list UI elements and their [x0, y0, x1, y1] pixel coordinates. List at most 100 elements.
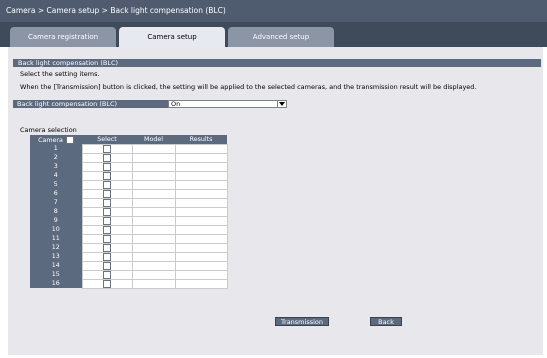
table-row: 14: [30, 260, 228, 271]
camera-number: 14: [30, 261, 82, 270]
chevron-down-icon[interactable]: [277, 101, 286, 107]
blc-label: Back light compensation (BLC): [13, 100, 168, 108]
camera-select-checkbox[interactable]: [103, 144, 111, 153]
table-row: 10: [30, 224, 228, 235]
window: Camera > Camera setup > Back light compe…: [0, 0, 547, 358]
camera-select-cell: [81, 179, 133, 190]
camera-model-cell: [131, 188, 176, 199]
camera-result-cell: [174, 260, 228, 271]
camera-select-cell: [81, 233, 133, 244]
camera-result-cell: [174, 170, 228, 181]
camera-select-checkbox[interactable]: [103, 252, 111, 261]
table-row: 5: [30, 179, 228, 190]
camera-select-cell: [81, 152, 133, 163]
camera-select-cell: [81, 188, 133, 199]
camera-number: 15: [30, 270, 82, 279]
table-row: 12: [30, 242, 228, 253]
camera-model-cell: [131, 260, 176, 271]
section-title: Back light compensation (BLC): [13, 59, 541, 67]
camera-number: 2: [30, 153, 82, 162]
camera-select-checkbox[interactable]: [103, 279, 111, 288]
table-header-row: Camera Select Model Results: [30, 135, 227, 144]
breadcrumb: Camera > Camera setup > Back light compe…: [0, 0, 547, 22]
tab-camera-setup[interactable]: Camera setup: [119, 27, 225, 47]
camera-result-cell: [174, 152, 228, 163]
camera-result-cell: [174, 161, 228, 172]
camera-model-cell: [131, 197, 176, 208]
camera-result-cell: [174, 224, 228, 235]
select-all-checkbox[interactable]: [65, 135, 74, 144]
camera-select-checkbox[interactable]: [103, 270, 111, 279]
camera-select-checkbox[interactable]: [103, 234, 111, 243]
camera-model-cell: [131, 215, 176, 226]
camera-select-checkbox[interactable]: [103, 261, 111, 270]
table-row: 3: [30, 161, 228, 172]
tab-advanced-setup[interactable]: Advanced setup: [228, 27, 334, 47]
instruction-transmission: When the [Transmission] button is clicke…: [20, 83, 477, 91]
camera-model-cell: [131, 251, 176, 262]
camera-result-cell: [174, 233, 228, 244]
camera-model-cell: [131, 242, 176, 253]
camera-model-cell: [131, 278, 176, 289]
header-model: Model: [132, 135, 175, 144]
camera-result-cell: [174, 278, 228, 289]
back-button[interactable]: Back: [370, 317, 402, 326]
camera-select-cell: [81, 206, 133, 217]
camera-selection-label: Camera selection: [20, 126, 77, 134]
camera-select-checkbox[interactable]: [103, 207, 111, 216]
camera-model-cell: [131, 143, 176, 154]
camera-number: 4: [30, 171, 82, 180]
camera-select-cell: [81, 143, 133, 154]
camera-model-cell: [131, 152, 176, 163]
camera-model-cell: [131, 179, 176, 190]
camera-number: 11: [30, 234, 82, 243]
table-row: 1: [30, 143, 228, 154]
table-row: 13: [30, 251, 228, 262]
table-row: 16: [30, 278, 228, 289]
camera-select-cell: [81, 251, 133, 262]
camera-model-cell: [131, 206, 176, 217]
camera-select-checkbox[interactable]: [103, 216, 111, 225]
camera-result-cell: [174, 197, 228, 208]
table-row: 9: [30, 215, 228, 226]
camera-select-cell: [81, 197, 133, 208]
table-row: 11: [30, 233, 228, 244]
camera-select-checkbox[interactable]: [103, 189, 111, 198]
camera-number: 8: [30, 207, 82, 216]
camera-selection-table: Camera Select Model Results 1 2 3 4 5 6 7 8 9 10 1…: [30, 135, 228, 289]
table-row: 6: [30, 188, 228, 199]
blc-select-value: On: [171, 100, 181, 108]
blc-select[interactable]: On: [168, 100, 287, 108]
table-row: 2: [30, 152, 228, 163]
camera-number: 3: [30, 162, 82, 171]
camera-result-cell: [174, 269, 228, 280]
camera-select-cell: [81, 269, 133, 280]
tab-strip: Camera registration Camera setup Advance…: [0, 22, 547, 47]
header-camera-label: Camera: [38, 136, 63, 144]
transmission-button[interactable]: Transmission: [275, 317, 329, 326]
camera-select-checkbox[interactable]: [103, 243, 111, 252]
camera-model-cell: [131, 161, 176, 172]
camera-select-checkbox[interactable]: [103, 225, 111, 234]
camera-select-cell: [81, 170, 133, 181]
header-camera: Camera: [30, 135, 82, 144]
camera-select-cell: [81, 215, 133, 226]
camera-select-checkbox[interactable]: [103, 198, 111, 207]
camera-select-checkbox[interactable]: [103, 162, 111, 171]
camera-result-cell: [174, 179, 228, 190]
camera-number: 9: [30, 216, 82, 225]
camera-number: 12: [30, 243, 82, 252]
camera-select-checkbox[interactable]: [103, 171, 111, 180]
camera-select-cell: [81, 242, 133, 253]
camera-select-checkbox[interactable]: [103, 153, 111, 162]
camera-model-cell: [131, 269, 176, 280]
camera-result-cell: [174, 143, 228, 154]
camera-model-cell: [131, 170, 176, 181]
camera-result-cell: [174, 188, 228, 199]
table-row: 8: [30, 206, 228, 217]
camera-result-cell: [174, 215, 228, 226]
camera-select-checkbox[interactable]: [103, 180, 111, 189]
camera-number: 6: [30, 189, 82, 198]
camera-number: 10: [30, 225, 82, 234]
tab-camera-registration[interactable]: Camera registration: [10, 27, 116, 47]
